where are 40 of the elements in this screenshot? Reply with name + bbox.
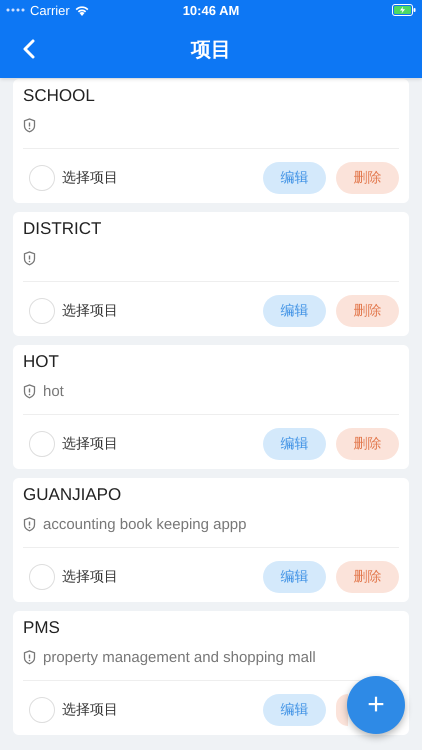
select-checkbox[interactable] bbox=[29, 697, 55, 724]
select-checkbox[interactable] bbox=[29, 431, 55, 458]
select-label[interactable]: 选择项目 bbox=[62, 302, 263, 320]
signal-icon bbox=[6, 8, 26, 12]
shield-icon bbox=[23, 251, 36, 266]
shield-icon bbox=[23, 118, 36, 134]
edit-button[interactable]: 编辑 bbox=[263, 694, 326, 726]
status-time: 10:46 AM bbox=[182, 2, 240, 18]
project-name: DISTRICT bbox=[23, 218, 102, 240]
select-checkbox[interactable] bbox=[29, 298, 55, 324]
edit-button[interactable]: 编辑 bbox=[263, 561, 326, 594]
project-description: property management and shopping mall bbox=[43, 649, 316, 666]
project-name: SCHOOL bbox=[23, 85, 96, 107]
edit-button[interactable]: 编辑 bbox=[263, 295, 326, 328]
select-label[interactable]: 选择项目 bbox=[62, 169, 263, 188]
project-description: hot bbox=[43, 383, 64, 400]
delete-button[interactable] bbox=[336, 694, 348, 726]
project-name: GUANJIAPO bbox=[23, 484, 122, 506]
shield-icon bbox=[23, 517, 36, 532]
wifi-icon bbox=[74, 4, 90, 16]
select-label[interactable]: 选择项目 bbox=[62, 701, 263, 720]
delete-button[interactable]: 删除 bbox=[336, 561, 399, 594]
project-name: HOT bbox=[23, 351, 60, 373]
edit-button[interactable]: 编辑 bbox=[263, 428, 326, 460]
page-title: 项目 bbox=[191, 38, 231, 62]
carrier-name: Carrier bbox=[30, 2, 70, 18]
delete-button[interactable]: 删除 bbox=[336, 428, 399, 460]
back-icon[interactable] bbox=[23, 39, 35, 59]
edit-button[interactable]: 编辑 bbox=[263, 162, 326, 194]
select-checkbox[interactable] bbox=[29, 165, 55, 192]
select-label[interactable]: 选择项目 bbox=[62, 568, 263, 586]
project-description: accounting book keeping appp bbox=[43, 516, 246, 534]
select-checkbox[interactable] bbox=[29, 564, 55, 590]
shield-icon bbox=[23, 384, 36, 400]
delete-button[interactable]: 删除 bbox=[336, 295, 399, 328]
battery-icon bbox=[392, 4, 416, 16]
shield-icon bbox=[23, 650, 36, 666]
select-label[interactable]: 选择项目 bbox=[62, 435, 263, 454]
delete-button[interactable]: 删除 bbox=[336, 162, 399, 194]
project-name: PMS bbox=[23, 617, 61, 639]
